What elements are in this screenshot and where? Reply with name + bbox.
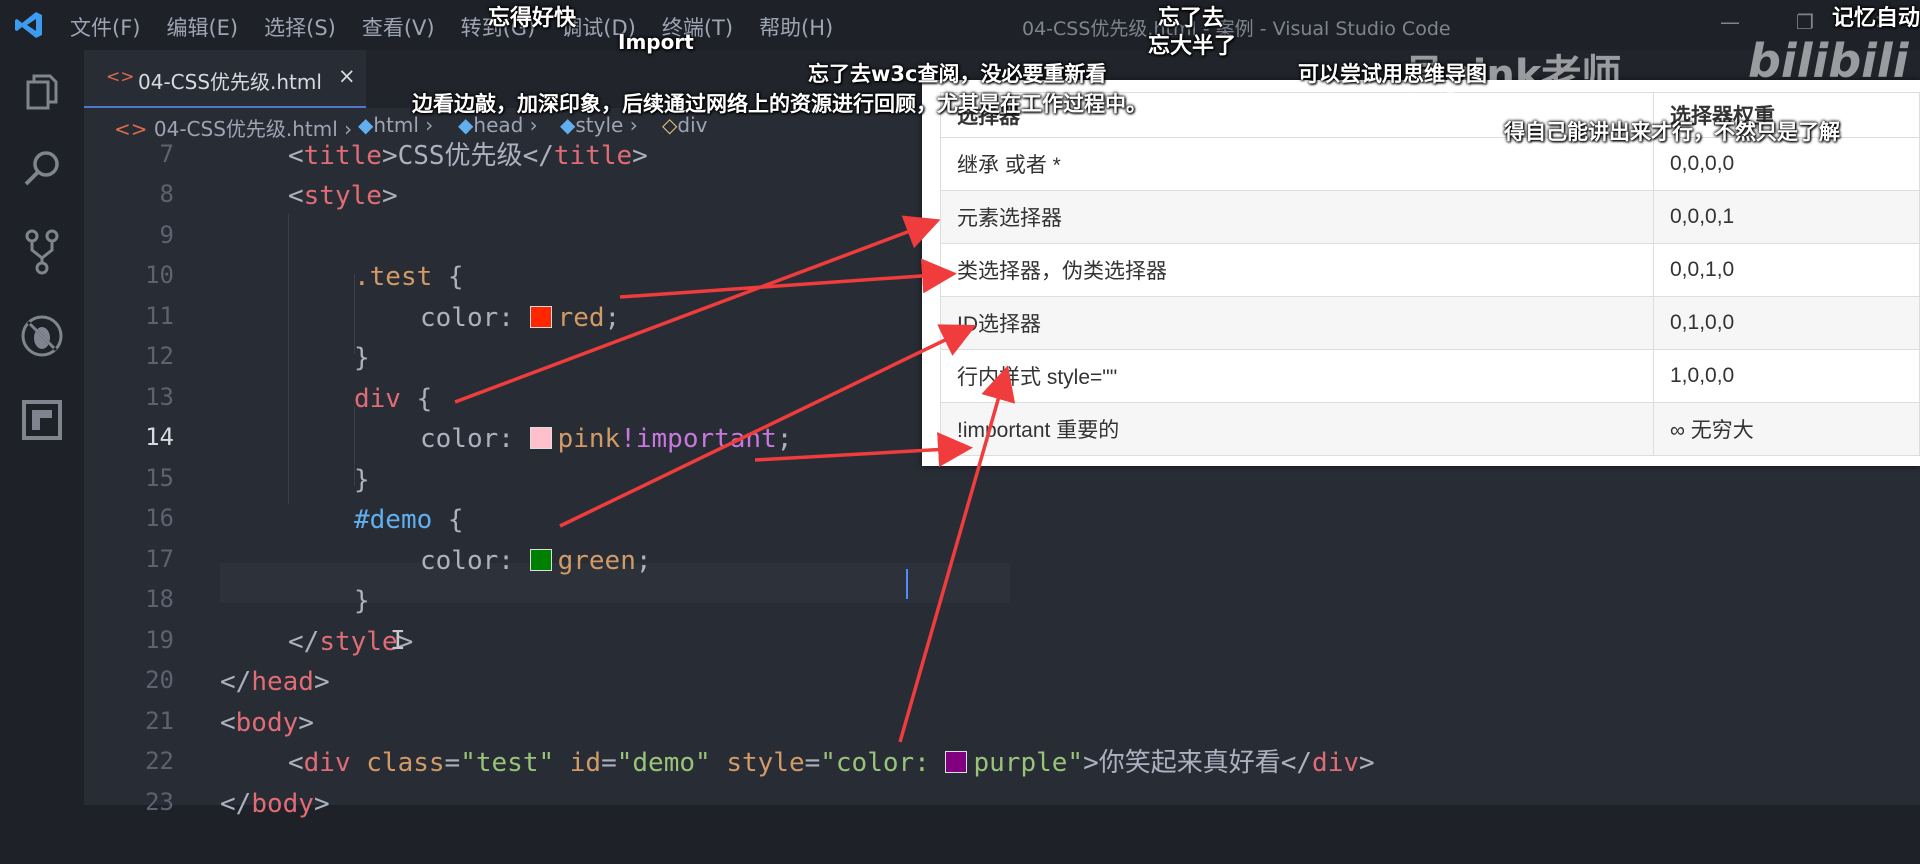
arrow-important <box>754 432 973 468</box>
arrow-id-selector <box>559 324 977 528</box>
danmaku-comment: 记忆自动 <box>1832 6 1920 31</box>
danmaku-comment: 可以尝试用思维导图 <box>1298 62 1487 86</box>
bilibili-logo-watermark: bilibili <box>1748 34 1909 88</box>
danmaku-comment: 忘大半了 <box>1148 34 1237 59</box>
arrow-inline-style <box>898 365 1016 743</box>
danmaku-comment: 忘了去w3c查阅，没必要重新看 <box>808 62 1107 86</box>
arrow-element-selector <box>454 215 941 404</box>
danmaku-comment: Import <box>618 30 694 54</box>
danmaku-comment: 忘得好快 <box>488 6 577 31</box>
danmaku-comment: 边看边敲，加深印象，后续通过网络上的资源进行回顾，尤其是在工作过程中。 <box>412 92 1147 116</box>
danmaku-comment: 得自己能讲出来才行，不然只是了解 <box>1504 120 1840 144</box>
